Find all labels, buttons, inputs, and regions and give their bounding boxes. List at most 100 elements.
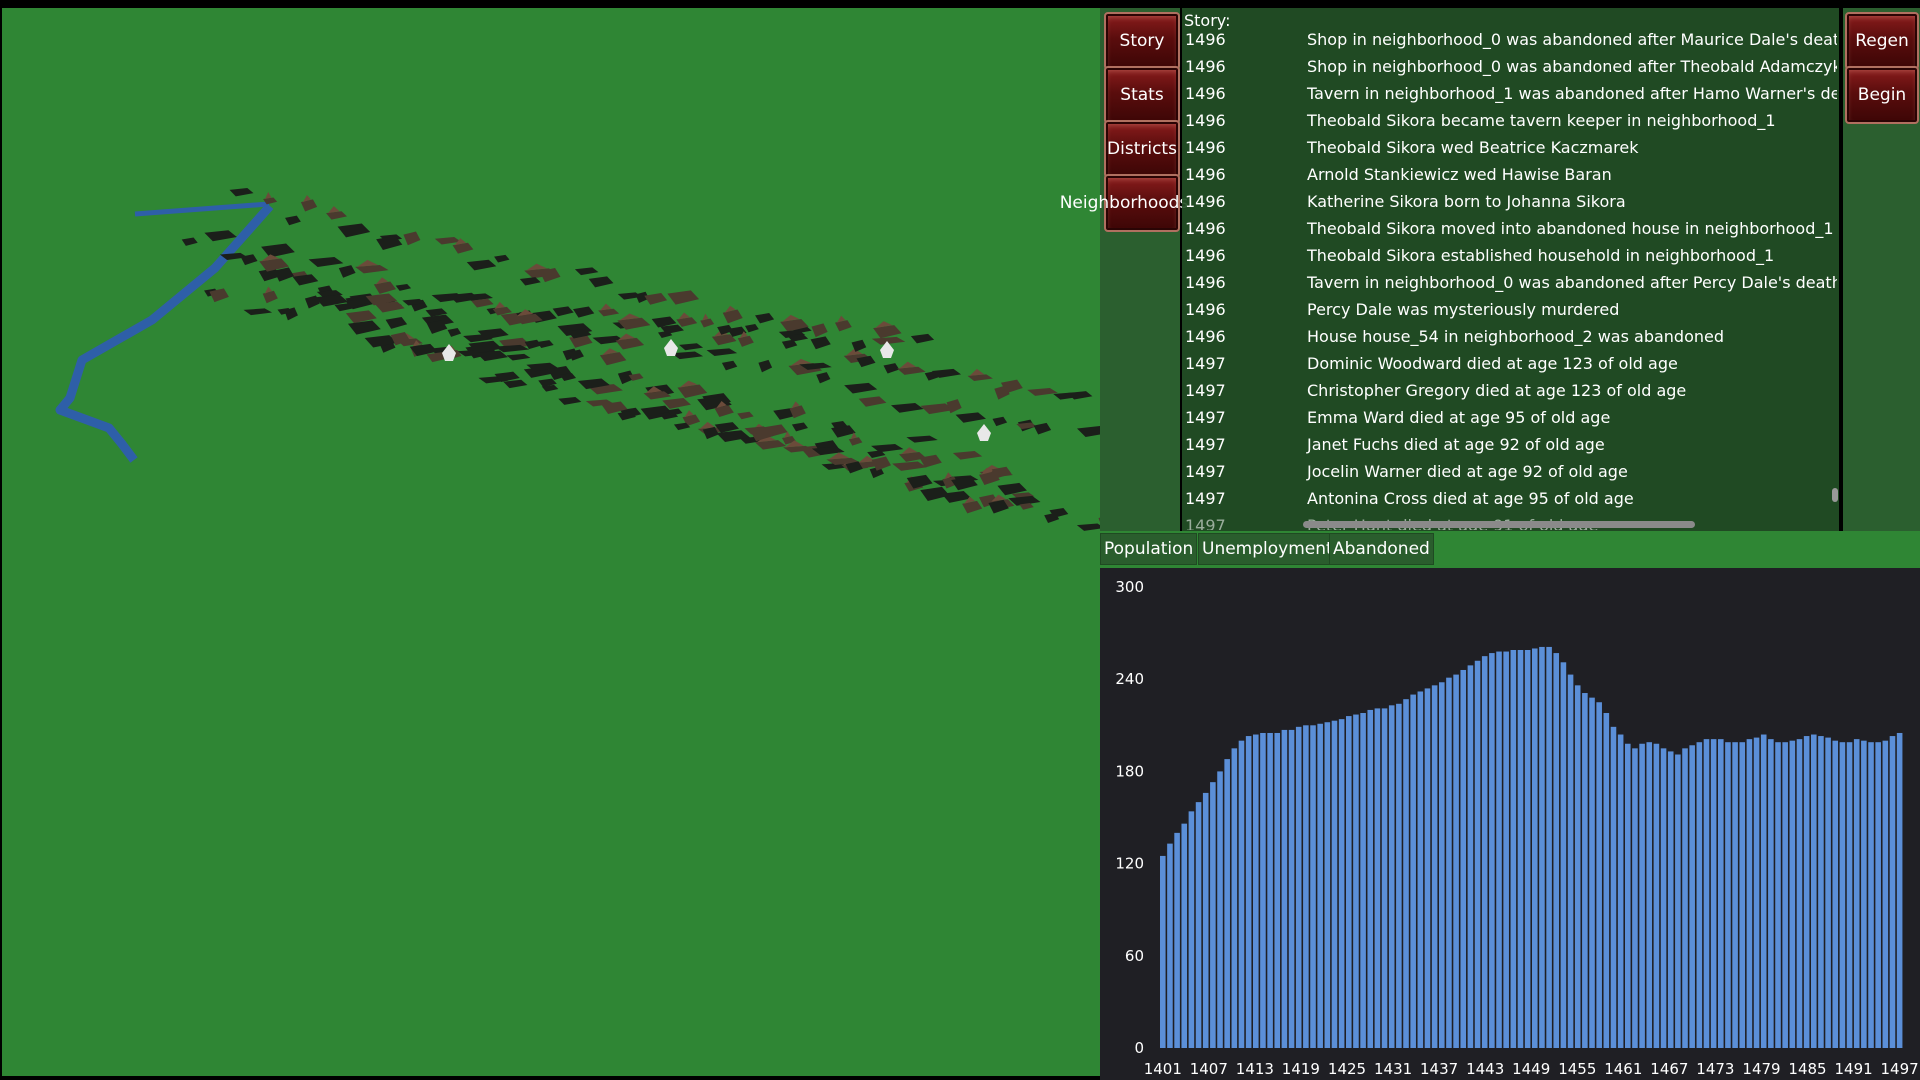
x-tick-label: 1491 [1835,1060,1873,1078]
tab-population[interactable]: Population [1100,533,1198,565]
y-tick-label: 180 [1115,762,1144,780]
story-entry-text: House house_54 in neighborhood_2 was aba… [1307,327,1725,346]
story-entry-text: Tavern in neighborhood_1 was abandoned a… [1307,84,1837,103]
population-bar [1260,732,1266,1048]
story-entry-text: Theobald Sikora became tavern keeper in … [1307,111,1776,130]
building [403,231,421,246]
story-entry-text: Shop in neighborhood_0 was abandoned aft… [1307,30,1837,49]
population-bar [1403,699,1409,1048]
population-bar [1489,653,1495,1048]
story-entry-text: Antonina Cross died at age 95 of old age [1307,489,1634,508]
story-entry-year: 1497 [1185,516,1226,530]
story-entry-text: Dominic Woodward died at age 123 of old … [1307,354,1678,373]
building [721,360,738,371]
population-bar [1760,734,1767,1048]
story-panel[interactable]: Story: 1496 Shop in neighborhood_0 was ab… [1182,8,1839,531]
tab-abandoned[interactable]: Abandoned [1329,533,1434,565]
tab-unemployment[interactable]: Unemployment [1198,533,1337,565]
population-bar [1181,823,1188,1048]
population-bar [1410,694,1416,1048]
population-bar [1417,691,1424,1048]
building [892,461,927,471]
story-entry-year: 1496 [1185,84,1226,103]
story-button-label: Story [1119,31,1165,51]
population-bar [1510,650,1517,1048]
building [503,379,528,389]
building [243,308,273,316]
building [261,243,295,258]
population-bar [1310,725,1316,1048]
population-bar [1632,748,1638,1048]
population-bar [1474,660,1481,1048]
x-tick-label: 1485 [1788,1060,1826,1078]
x-tick-label: 1401 [1144,1060,1182,1078]
building [552,306,574,317]
population-bar [1288,729,1295,1048]
building [883,363,900,374]
y-tick-label: 0 [1134,1039,1144,1057]
city-map[interactable] [2,8,1100,1076]
population-bar [1625,743,1631,1048]
population-bar [1532,648,1538,1048]
population-bar [1460,669,1467,1048]
story-entry-text: Emma Ward died at age 95 of old age [1307,408,1611,427]
story-list[interactable]: 1496 Shop in neighborhood_0 was abandoned… [1182,30,1837,530]
story-vertical-scrollbar[interactable] [1832,488,1838,502]
population-bar [1653,743,1660,1048]
population-bar [1481,656,1488,1048]
population-bar [1853,739,1860,1048]
building [834,320,852,332]
districts-button[interactable]: Districts [1104,120,1180,178]
population-bar [1803,736,1810,1048]
population-bar [1224,759,1230,1048]
story-horizontal-scrollbar[interactable] [1303,521,1695,528]
stats-button[interactable]: Stats [1104,66,1180,124]
population-bar [1875,742,1881,1048]
population-bar [1868,742,1874,1048]
population-bar [1882,740,1889,1048]
tower-building [664,339,678,356]
population-bar [1274,732,1281,1048]
x-tick-label: 1425 [1328,1060,1366,1078]
population-bar [1718,739,1724,1048]
game-window: Story Stats Districts Neighborhoods Stor… [0,0,1920,1080]
population-bar [1768,739,1774,1048]
building [308,257,344,268]
building [574,267,599,276]
building [519,277,541,286]
story-button[interactable]: Story [1104,12,1180,70]
building [890,403,924,413]
y-tick-label: 60 [1125,947,1144,965]
population-bar [1396,703,1402,1048]
story-title: Story: [1184,11,1231,30]
population-bar [1439,682,1445,1048]
population-bar [1253,734,1259,1048]
building [536,340,554,348]
building [992,416,1008,427]
x-tick-label: 1449 [1512,1060,1550,1078]
x-tick-label: 1455 [1558,1060,1596,1078]
population-bar [1503,651,1509,1048]
city-map-viewport[interactable] [2,8,1100,1076]
building [285,215,301,226]
neighborhoods-button[interactable]: Neighborhoods [1060,174,1188,232]
begin-button[interactable]: Begin [1845,66,1919,124]
river [55,203,274,463]
x-tick-label: 1479 [1742,1060,1780,1078]
building [910,333,935,344]
population-bar [1217,771,1223,1048]
population-bar [1553,653,1560,1048]
tower-building [442,344,456,361]
regen-button[interactable]: Regen [1845,12,1919,70]
population-bar [1567,674,1574,1048]
building [844,382,878,394]
building [811,323,828,338]
building [181,237,198,246]
building [1077,426,1100,438]
building [204,230,237,242]
x-tick-label: 1497 [1881,1060,1919,1078]
building [274,267,294,282]
regen-button-label: Regen [1855,31,1909,51]
building [506,353,531,361]
population-bar [1524,650,1531,1048]
